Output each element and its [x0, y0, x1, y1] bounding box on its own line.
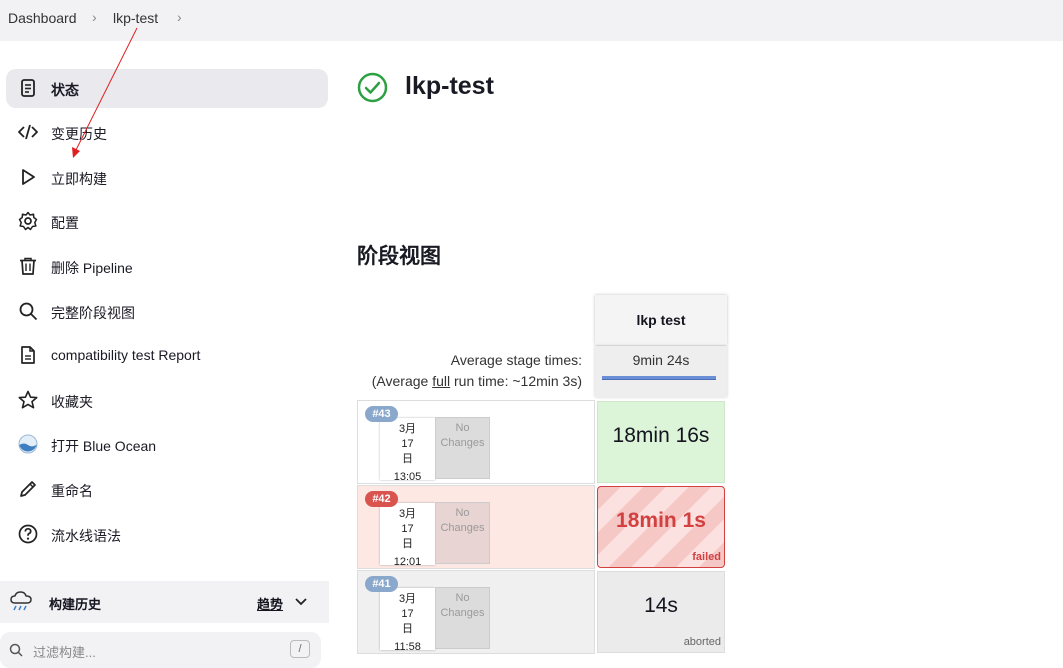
sidebar-item-build-now[interactable]: 立即构建 — [6, 158, 328, 197]
average-stage-time: 9min 24s — [595, 346, 727, 397]
build-row[interactable]: 3月 17 日 11:58 No Changes #41 — [357, 570, 595, 654]
full-run-link[interactable]: full — [432, 373, 450, 389]
build-filter[interactable]: 过滤构建... / — [0, 632, 321, 668]
shortcut-key-badge: / — [290, 640, 310, 658]
build-date-label: 3月 17 日 — [398, 593, 417, 635]
build-row[interactable]: 3月 17 日 12:01 No Changes #42 — [357, 485, 595, 569]
build-number-badge[interactable]: #43 — [365, 406, 398, 422]
sidebar-item-label: 完整阶段视图 — [51, 305, 135, 321]
build-history-title: 构建历史 — [49, 597, 102, 612]
sidebar-item-pipeline-syntax[interactable]: 流水线语法 — [6, 515, 328, 554]
stage-duration: 14s — [644, 594, 678, 617]
breadcrumb-lkp-test[interactable]: lkp-test — [113, 10, 158, 26]
stage-status-label: failed — [692, 551, 721, 563]
weather-rain-icon — [10, 591, 32, 611]
stage-duration: 18min 16s — [612, 424, 710, 447]
sidebar-item-blue-ocean[interactable]: 打开 Blue Ocean — [6, 425, 328, 464]
sidebar-item-label: 流水线语法 — [51, 528, 121, 544]
sidebar-item-full-stage-view[interactable]: 完整阶段视图 — [6, 292, 328, 331]
document-icon — [21, 79, 35, 97]
average-progress-bar — [602, 376, 716, 380]
stage-cell-failed[interactable]: 18min 1s failed — [597, 486, 725, 568]
build-number-badge[interactable]: #41 — [365, 576, 398, 592]
sidebar-item-label: 变更历史 — [51, 126, 107, 142]
build-date: 3月 17 日 12:01 — [380, 503, 435, 568]
pencil-icon — [20, 481, 36, 497]
sidebar-item-delete[interactable]: 删除 Pipeline — [6, 247, 328, 286]
sidebar-item-favorite[interactable]: 收藏夹 — [6, 381, 328, 420]
build-row[interactable]: 3月 17 日 13:05 No Changes #43 — [357, 400, 595, 484]
code-icon — [18, 124, 38, 140]
play-icon — [22, 169, 35, 185]
sidebar-item-changes[interactable]: 变更历史 — [6, 113, 328, 152]
star-icon — [18, 390, 38, 409]
average-times-label: Average stage times: (Average full run t… — [358, 350, 582, 392]
search-icon — [19, 302, 38, 321]
stage-status-label: aborted — [683, 636, 721, 648]
chevron-right-icon[interactable]: › — [177, 9, 182, 25]
no-changes-box[interactable]: No Changes — [435, 587, 490, 649]
build-number-badge[interactable]: #42 — [365, 491, 398, 507]
sidebar-item-compat-report[interactable]: compatibility test Report — [6, 336, 328, 375]
stage-view-title: 阶段视图 — [357, 245, 441, 268]
build-date: 3月 17 日 11:58 — [380, 588, 435, 653]
sidebar-item-label: 状态 — [51, 82, 79, 98]
breadcrumb: Dashboard › lkp-test › — [0, 0, 1063, 41]
build-date: 3月 17 日 13:05 — [380, 418, 435, 483]
build-date-label: 3月 17 日 — [398, 508, 417, 550]
sidebar-item-label: 配置 — [51, 215, 79, 231]
trend-link[interactable]: 趋势 — [257, 594, 283, 613]
chevron-right-icon: › — [92, 9, 97, 25]
average-stage-label: Average stage times: — [450, 352, 582, 368]
gear-icon — [18, 211, 38, 231]
sidebar-item-label: 收藏夹 — [51, 394, 93, 410]
build-history-header: 构建历史 趋势 — [0, 581, 329, 623]
sidebar-item-label: compatibility test Report — [51, 347, 201, 363]
stage-duration: 18min 1s — [616, 509, 706, 532]
average-stage-time-value: 9min 24s — [632, 352, 690, 368]
trash-icon — [20, 257, 36, 275]
build-time-label: 11:58 — [394, 641, 421, 653]
blue-ocean-icon — [18, 434, 38, 454]
average-run-prefix: (Average — [371, 373, 433, 389]
build-date-label: 3月 17 日 — [398, 423, 417, 465]
build-time-label: 12:01 — [393, 556, 422, 568]
stage-header: lkp test — [595, 295, 727, 345]
sidebar-item-configure[interactable]: 配置 — [6, 202, 328, 241]
stage-cell-aborted[interactable]: 14s aborted — [597, 571, 725, 653]
help-icon — [18, 524, 38, 544]
chevron-down-icon[interactable] — [295, 597, 307, 607]
breadcrumb-dashboard[interactable]: Dashboard — [8, 10, 77, 26]
success-check-icon — [357, 72, 388, 103]
file-icon — [21, 346, 35, 364]
no-changes-box[interactable]: No Changes — [435, 502, 490, 564]
sidebar-item-label: 打开 Blue Ocean — [51, 438, 157, 454]
sidebar-item-label: 立即构建 — [51, 171, 107, 187]
search-icon — [9, 643, 23, 657]
build-time-label: 13:05 — [393, 471, 422, 483]
sidebar-item-label: 删除 Pipeline — [51, 260, 133, 276]
sidebar-item-status[interactable]: 状态 — [6, 69, 328, 108]
stage-cell-success[interactable]: 18min 16s — [597, 401, 725, 483]
sidebar-item-label: 重命名 — [51, 483, 93, 499]
no-changes-box[interactable]: No Changes — [435, 417, 490, 479]
sidebar-item-rename[interactable]: 重命名 — [6, 470, 328, 509]
page-title: lkp-test — [405, 72, 494, 100]
average-run-suffix: run time: ~12min 3s) — [450, 373, 582, 389]
